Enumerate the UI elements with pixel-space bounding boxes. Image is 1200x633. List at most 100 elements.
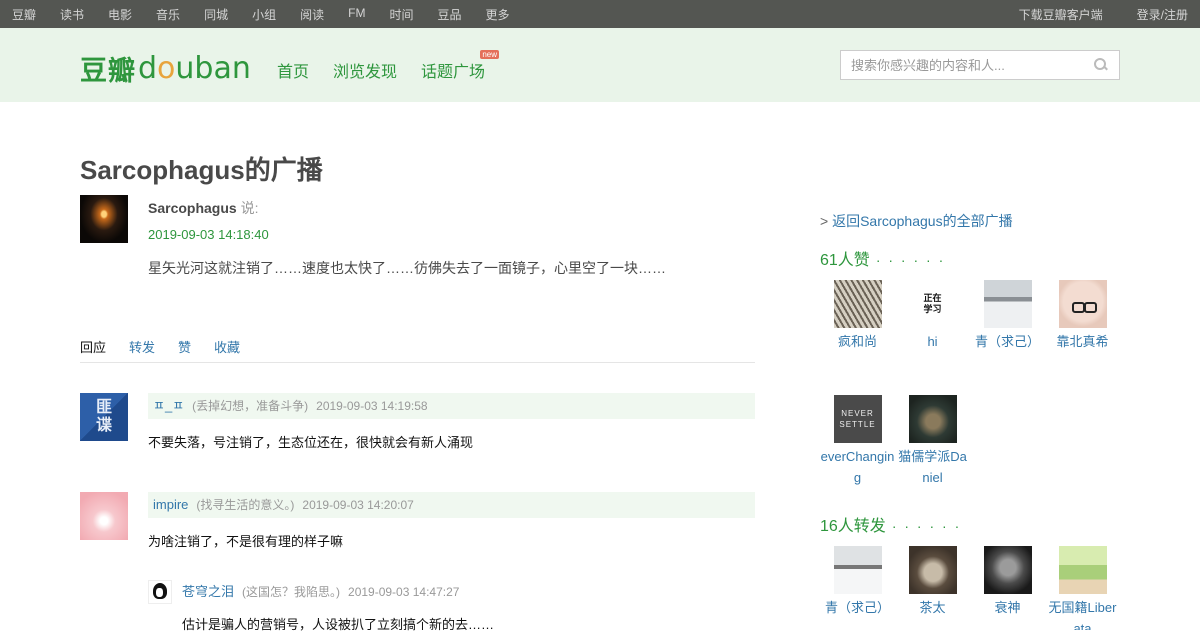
user-avatar[interactable]: [908, 546, 957, 594]
tab-like[interactable]: 赞: [178, 337, 191, 362]
comment-avatar-text: 匪 谍: [95, 399, 112, 434]
nav-explore[interactable]: 浏览发现: [333, 58, 397, 82]
nav-topics-label: 话题广场: [421, 64, 486, 81]
reshares-count[interactable]: 16人转发: [820, 518, 886, 535]
user-name[interactable]: 青（求己）: [970, 331, 1045, 352]
comment-text: 为啥注销了，不是很有理的样子嘛: [148, 534, 344, 549]
status-said-label: 说:: [240, 200, 259, 216]
user-avatar[interactable]: [833, 280, 882, 328]
user-avatar[interactable]: [983, 280, 1032, 328]
comment-time: 2019-09-03 14:19:58: [316, 399, 428, 413]
status-text: 星矢光河这就注销了……速度也太快了……彷佛失去了一面镜子，心里空了一块……: [148, 260, 666, 276]
comment-author-signature: (丢掉幻想，准备斗争): [192, 399, 309, 413]
logo-en-d: d: [138, 51, 158, 86]
top-right-links: 下载豆瓣客户端 登录/注册: [1019, 6, 1188, 23]
site-nav-book[interactable]: 读书: [60, 6, 84, 23]
user-avatar[interactable]: [983, 546, 1032, 594]
likes-section-title: 61人赞 · · · · · ·: [820, 246, 945, 270]
liker-user[interactable]: NEVER SETTLE everChanging: [820, 395, 895, 488]
search-icon[interactable]: [1093, 57, 1109, 73]
user-name[interactable]: 茶太: [895, 597, 970, 618]
liker-user[interactable]: 靠北真希: [1045, 280, 1120, 352]
user-avatar[interactable]: [908, 395, 957, 443]
site-nav-more[interactable]: 更多: [485, 6, 509, 23]
site-nav: 豆瓣 读书 电影 音乐 同城 小组 阅读 FM 时间 豆品 更多: [12, 6, 533, 23]
user-avatar[interactable]: NEVER SETTLE: [833, 395, 882, 443]
tab-collect[interactable]: 收藏: [214, 337, 240, 362]
status-author-avatar[interactable]: [80, 195, 128, 243]
logo-en-rest: uban: [175, 51, 251, 86]
site-nav-market[interactable]: 豆品: [437, 6, 461, 23]
site-nav-group[interactable]: 小组: [252, 6, 276, 23]
liker-user[interactable]: 正在 学习 hi: [895, 280, 970, 352]
comment-avatar[interactable]: [80, 492, 128, 540]
user-name[interactable]: 青（求己）: [820, 597, 895, 618]
site-nav-read[interactable]: 阅读: [300, 6, 324, 23]
nav-topics[interactable]: 话题广场 new: [421, 50, 509, 82]
comment-time: 2019-09-03 14:20:07: [302, 498, 414, 512]
comment-header: ㅍ_ㅍ (丢掉幻想，准备斗争) 2019-09-03 14:19:58: [148, 393, 755, 419]
status-author-line: Sarcophagus 说:: [148, 198, 258, 218]
user-name[interactable]: 无国籍Liberata: [1045, 597, 1120, 630]
status-time[interactable]: 2019-09-03 14:18:40: [148, 227, 269, 242]
comment-text: 不要失落，号注销了，生态位还在，很快就会有新人涌现: [148, 435, 474, 450]
user-name[interactable]: everChanging: [820, 446, 895, 488]
liker-user[interactable]: 疯和尚: [820, 280, 895, 352]
site-nav-fm[interactable]: FM: [348, 6, 365, 23]
status-author-name[interactable]: Sarcophagus: [148, 200, 237, 216]
comment-author-name[interactable]: ㅍ_ㅍ: [153, 398, 184, 413]
nav-home[interactable]: 首页: [277, 58, 309, 82]
user-name[interactable]: hi: [895, 331, 970, 352]
resharer-user[interactable]: 无国籍Liberata: [1045, 546, 1120, 630]
reply-author-name[interactable]: 苍穹之泪: [182, 584, 234, 599]
logo-en-o: o: [157, 51, 176, 86]
comment-author-signature: (找寻生活的意义。): [196, 498, 295, 512]
user-name[interactable]: 靠北真希: [1045, 331, 1120, 352]
user-name[interactable]: 猫儒学派Daniel: [895, 446, 970, 488]
reshares-more-dots[interactable]: · · · · · ·: [892, 518, 961, 534]
site-nav-movie[interactable]: 电影: [108, 6, 132, 23]
site-nav-music[interactable]: 音乐: [156, 6, 180, 23]
douban-logo[interactable]: 豆瓣 douban: [80, 46, 251, 87]
liker-user[interactable]: 青（求己）: [970, 280, 1045, 352]
download-client-link[interactable]: 下载豆瓣客户端: [1019, 6, 1103, 23]
comment-avatar[interactable]: 匪 谍: [80, 393, 128, 441]
page-title: Sarcophagus的广播: [80, 155, 323, 185]
reply-avatar[interactable]: [148, 580, 172, 604]
resharer-user[interactable]: 茶太: [895, 546, 970, 618]
status-tabs: 回应 转发 赞 收藏: [80, 337, 755, 363]
reply-header: 苍穹之泪 (这国怎？我陷思。) 2019-09-03 14:47:27: [182, 580, 459, 604]
back-arrow: >: [820, 213, 829, 229]
user-name[interactable]: 疯和尚: [820, 331, 895, 352]
back-link-label: 返回Sarcophagus的全部广播: [832, 213, 1013, 229]
reshares-section-title: 16人转发 · · · · · ·: [820, 512, 961, 536]
logo-chinese: 豆瓣: [80, 56, 136, 86]
user-avatar[interactable]: [1058, 546, 1107, 594]
site-nav-local[interactable]: 同城: [204, 6, 228, 23]
likes-more-dots[interactable]: · · · · · ·: [876, 252, 945, 268]
tab-reshare[interactable]: 转发: [129, 337, 155, 362]
site-nav-time[interactable]: 时间: [389, 6, 413, 23]
user-avatar[interactable]: [833, 546, 882, 594]
search-box: [840, 50, 1120, 80]
reply-text: 估计是骗人的营销号，人设被扒了立刻搞个新的去……: [182, 617, 495, 632]
resharer-user[interactable]: 青（求己）: [820, 546, 895, 618]
new-badge: new: [480, 50, 500, 59]
back-to-all-statuses-link[interactable]: > 返回Sarcophagus的全部广播: [820, 211, 1013, 231]
reply-author-signature: (这国怎？我陷思。): [242, 585, 341, 599]
user-avatar[interactable]: [1058, 280, 1107, 328]
tab-replies[interactable]: 回应: [80, 337, 106, 362]
comment-author-name[interactable]: impire: [153, 497, 188, 512]
user-name[interactable]: 衰神: [970, 597, 1045, 618]
liker-user[interactable]: 猫儒学派Daniel: [895, 395, 970, 488]
likes-count[interactable]: 61人赞: [820, 252, 870, 269]
header: 豆瓣 douban 首页 浏览发现 话题广场 new: [0, 28, 1200, 102]
search-input[interactable]: [851, 57, 1093, 73]
avatar-text: 正在 学习: [923, 293, 942, 314]
login-register-link[interactable]: 登录/注册: [1137, 6, 1188, 23]
resharer-user[interactable]: 衰神: [970, 546, 1045, 618]
site-nav-douban[interactable]: 豆瓣: [12, 6, 36, 23]
top-nav-bar: 豆瓣 读书 电影 音乐 同城 小组 阅读 FM 时间 豆品 更多 下载豆瓣客户端…: [0, 0, 1200, 28]
comment-header: impire (找寻生活的意义。) 2019-09-03 14:20:07: [148, 492, 755, 518]
user-avatar[interactable]: 正在 学习: [908, 280, 957, 328]
